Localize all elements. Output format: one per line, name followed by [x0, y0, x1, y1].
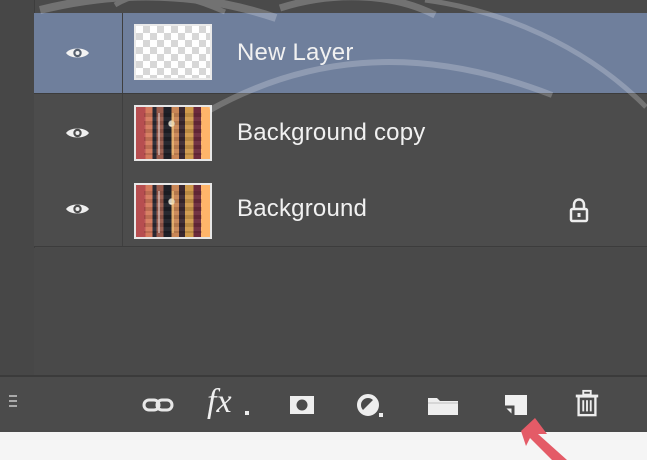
- layer-name[interactable]: Background: [237, 195, 367, 223]
- corner-top-right: [199, 26, 210, 37]
- left-panel-edge: [0, 0, 35, 432]
- visibility-cell[interactable]: [34, 172, 123, 246]
- eye-icon[interactable]: [65, 45, 90, 61]
- link-icon[interactable]: [140, 391, 176, 419]
- adjustment-layer-icon[interactable]: [352, 391, 388, 419]
- layer-row-background-copy[interactable]: Background copy: [34, 93, 647, 173]
- layer-mask-icon[interactable]: [284, 391, 320, 419]
- eye-icon[interactable]: [65, 201, 90, 217]
- folder-icon[interactable]: [425, 391, 461, 419]
- transparent-layer-thumbnail[interactable]: [134, 24, 212, 80]
- red-arrow-icon: [521, 418, 567, 460]
- visibility-cell[interactable]: [34, 13, 123, 93]
- selection-corners: [136, 26, 210, 78]
- image-layer-thumbnail[interactable]: [134, 183, 212, 239]
- layer-row-background[interactable]: Background: [34, 172, 647, 247]
- layer-row-new-layer[interactable]: New Layer: [34, 13, 647, 93]
- photoshop-layers-panel-screenshot: New Layer Background copy Background fx: [0, 0, 647, 460]
- layer-name[interactable]: Background copy: [237, 119, 425, 147]
- fx-icon[interactable]: fx: [207, 384, 255, 420]
- visibility-cell[interactable]: [34, 94, 123, 172]
- lock-icon[interactable]: [568, 198, 590, 224]
- corner-bottom-right: [199, 67, 210, 78]
- trash-icon[interactable]: [569, 389, 605, 417]
- dropdown-dot: [245, 411, 249, 415]
- corner-bottom-left: [136, 67, 147, 78]
- panel-menu-icon[interactable]: [9, 393, 17, 409]
- layer-name[interactable]: New Layer: [237, 39, 354, 67]
- fx-label: fx: [207, 383, 232, 420]
- eye-icon[interactable]: [65, 125, 90, 141]
- corner-top-left: [136, 26, 147, 37]
- image-layer-thumbnail[interactable]: [134, 105, 212, 161]
- new-layer-icon[interactable]: [498, 391, 534, 419]
- layers-list: New Layer Background copy Background: [34, 0, 647, 248]
- empty-layer-area: [34, 248, 647, 376]
- layers-panel: New Layer Background copy Background fx: [0, 0, 647, 432]
